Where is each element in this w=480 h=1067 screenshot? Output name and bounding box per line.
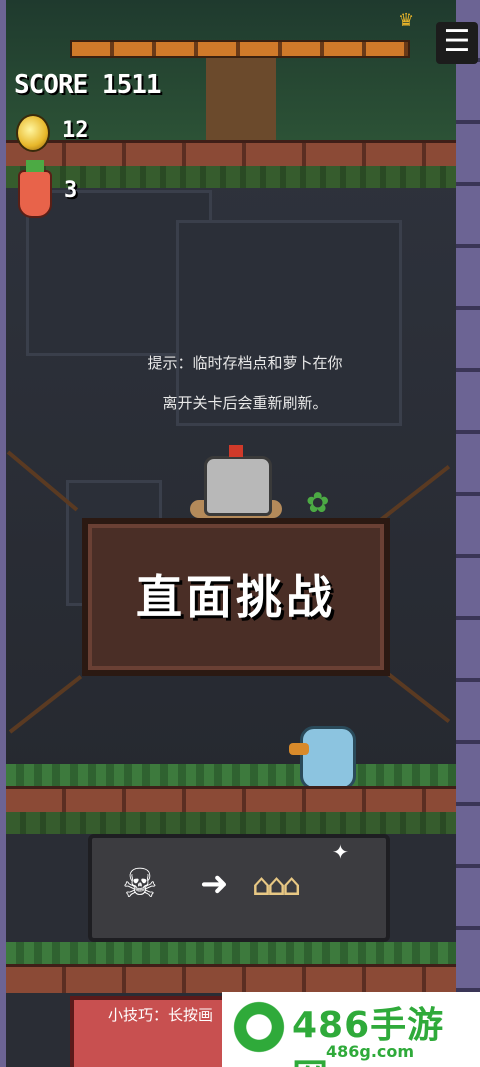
tip-panel: ☠ ➜ ⌂⌂⌂ ✦	[88, 834, 390, 942]
bolt-pickups-icon: ⌂⌂⌂	[252, 868, 301, 903]
level-progress-bar	[70, 40, 410, 58]
middle-moss	[6, 812, 456, 834]
challenge-sign: 直面挑战	[82, 518, 390, 676]
score-label: SCORE 1511	[14, 70, 162, 100]
menu-button[interactable]: ☰	[436, 22, 478, 64]
plant-sprout: ✿	[306, 486, 330, 519]
watermark-url: 486g.com	[326, 1042, 415, 1061]
game-scene: ♛ ☰ SCORE 1511 12 3 提示：临时存档点和萝卜在你 离开关卡后会…	[0, 0, 480, 1067]
right-brick-wall	[456, 0, 480, 1067]
lower-grass	[6, 942, 456, 964]
watermark: 486手游网 486g.com	[222, 992, 480, 1067]
carrot-icon	[18, 160, 52, 218]
watermark-logo-icon	[230, 998, 288, 1056]
lower-ledge	[6, 964, 456, 993]
middle-ledge	[6, 786, 456, 815]
top-ledge	[6, 140, 456, 169]
arrow-right-icon: ➜	[200, 864, 229, 904]
carrot-count: 3	[64, 178, 78, 203]
chicken-character	[204, 445, 272, 516]
blue-bird-player	[289, 726, 356, 790]
sign-title: 直面挑战	[136, 570, 336, 624]
coin-count: 12	[62, 118, 89, 143]
hint-line-1: 提示：临时存档点和萝卜在你	[147, 354, 343, 372]
sparkle-icon: ✦	[332, 840, 349, 864]
bottom-tip-text: 小技巧：长按画	[108, 1006, 214, 1024]
hint-line-2: 离开关卡后会重新刷新。	[162, 394, 328, 412]
trophy-icon: ♛	[398, 10, 415, 31]
coin-icon	[16, 114, 50, 152]
middle-grass	[6, 764, 456, 786]
skull-icon: ☠	[122, 861, 158, 907]
